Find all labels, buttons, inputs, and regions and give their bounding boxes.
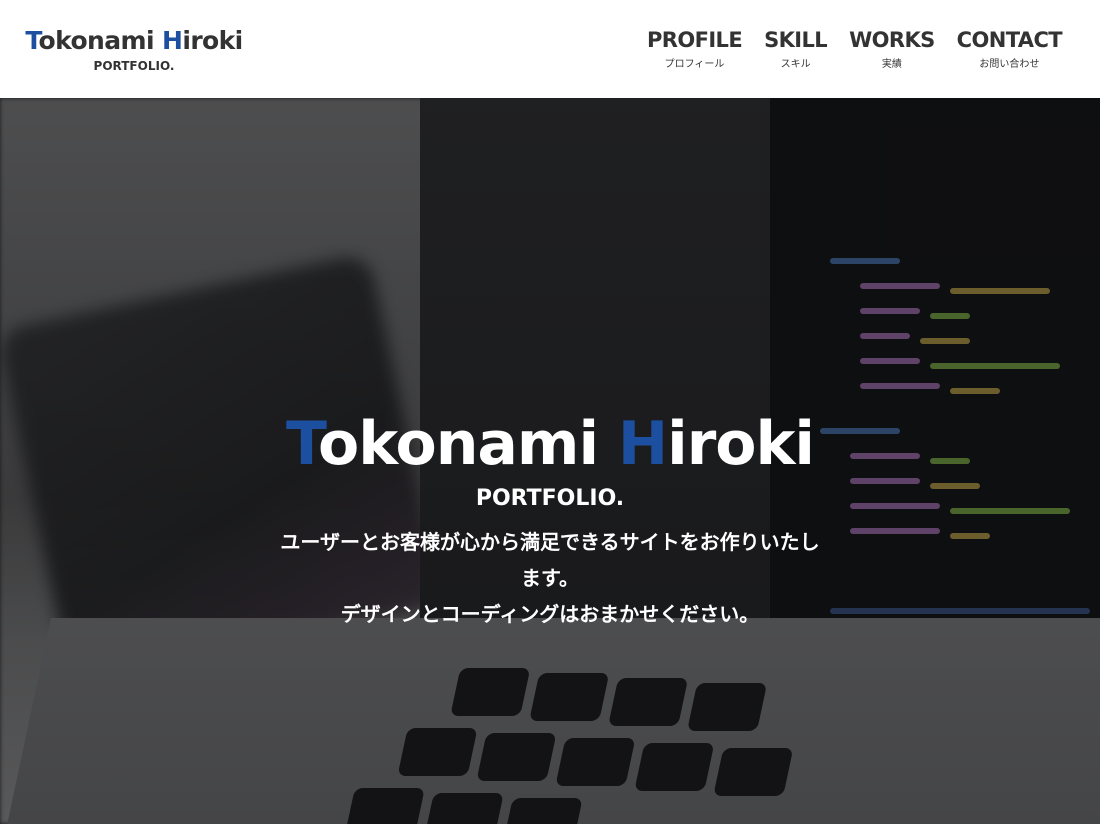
nav-sublabel: お問い合わせ bbox=[979, 59, 1040, 70]
logo-first-rest: okonami bbox=[38, 26, 163, 55]
logo-name: Tokonami Hiroki bbox=[21, 24, 247, 58]
nav-sublabel: 実績 bbox=[881, 59, 902, 70]
hero-title: Tokonami Hiroki bbox=[0, 408, 1100, 480]
nav-label: CONTACT bbox=[956, 28, 1063, 52]
hero-tagline-line: デザインとコーディングはおまかせください。 bbox=[340, 602, 760, 626]
nav-item-works[interactable]: WORKS 実績 bbox=[849, 26, 935, 72]
logo-last-rest: iroki bbox=[182, 26, 243, 55]
hero-content: Tokonami Hiroki PORTFOLIO. ユーザーとお客様が心から満… bbox=[0, 98, 1100, 824]
nav-label: PROFILE bbox=[646, 28, 743, 52]
hero-section: Tokonami Hiroki PORTFOLIO. ユーザーとお客様が心から満… bbox=[0, 98, 1100, 824]
nav-item-profile[interactable]: PROFILE プロフィール bbox=[646, 26, 743, 72]
hero-first-rest: okonami bbox=[317, 409, 618, 479]
logo-last-initial: H bbox=[162, 26, 183, 55]
hero-tagline: ユーザーとお客様が心から満足できるサイトをお作りいたします。 デザインとコーディ… bbox=[280, 524, 820, 632]
site-header: Tokonami Hiroki PORTFOLIO. PROFILE プロフィー… bbox=[0, 0, 1100, 98]
nav-label: WORKS bbox=[849, 28, 935, 52]
logo-subtitle: PORTFOLIO. bbox=[93, 59, 175, 73]
nav-sublabel: スキル bbox=[780, 59, 811, 70]
nav-item-skill[interactable]: SKILL スキル bbox=[764, 26, 828, 72]
nav-item-contact[interactable]: CONTACT お問い合わせ bbox=[956, 26, 1063, 72]
hero-tagline-line: ユーザーとお客様が心から満足できるサイトをお作りいたします。 bbox=[280, 530, 820, 590]
logo-first-initial: T bbox=[25, 26, 39, 55]
hero-last-rest: iroki bbox=[667, 409, 815, 479]
hero-subtitle: PORTFOLIO. bbox=[475, 486, 625, 511]
hero-first-initial: T bbox=[286, 409, 319, 479]
site-logo[interactable]: Tokonami Hiroki PORTFOLIO. bbox=[21, 24, 247, 74]
nav-label: SKILL bbox=[764, 28, 828, 52]
hero-last-initial: H bbox=[617, 409, 668, 479]
nav-sublabel: プロフィール bbox=[664, 59, 725, 70]
main-nav: PROFILE プロフィール SKILL スキル WORKS 実績 CONTAC… bbox=[646, 26, 1063, 72]
